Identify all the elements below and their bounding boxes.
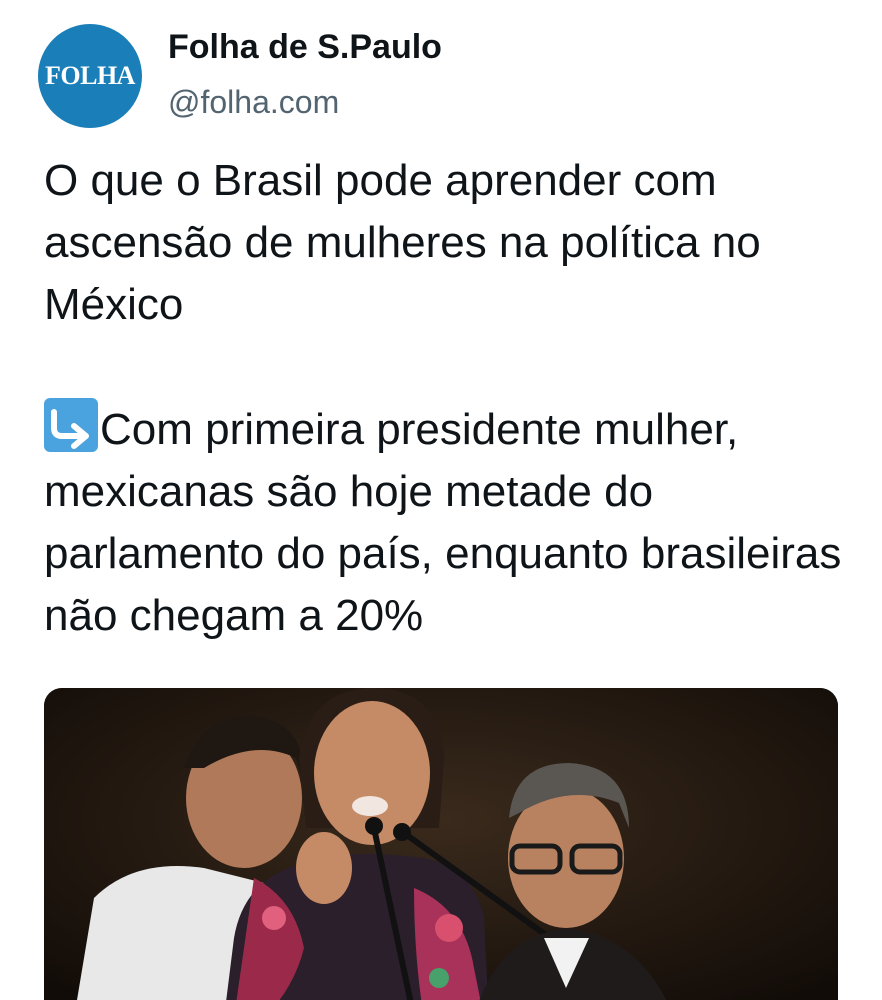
tweet[interactable]: FOLHA Folha de S.Paulo @folha.com O que … xyxy=(0,0,882,1000)
tweet-body: Com primeira presidente mulher, mexicana… xyxy=(44,405,842,640)
tweet-body-paragraph: Com primeira presidente mulher, mexicana… xyxy=(44,398,864,647)
tweet-headline: O que o Brasil pode aprender com ascensã… xyxy=(44,156,761,329)
avatar[interactable]: FOLHA xyxy=(38,24,142,128)
tweet-photo[interactable] xyxy=(44,688,838,1000)
tweet-text: O que o Brasil pode aprender com ascensã… xyxy=(44,150,864,647)
avatar-logo-text: FOLHA xyxy=(45,61,135,90)
photo-illustration xyxy=(44,688,838,1000)
display-name[interactable]: Folha de S.Paulo xyxy=(168,28,442,67)
right-arrow-curving-up-icon xyxy=(44,398,98,452)
user-handle[interactable]: @folha.com xyxy=(168,84,339,121)
